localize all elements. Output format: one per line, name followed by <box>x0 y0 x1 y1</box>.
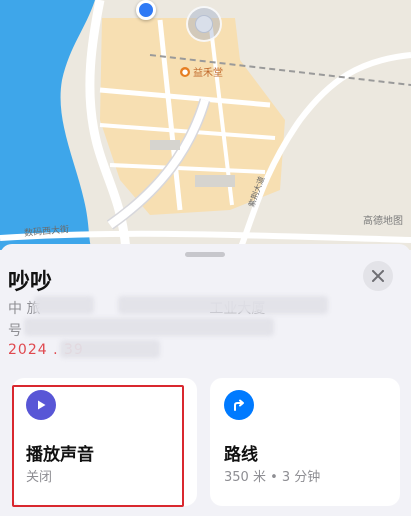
device-detail-sheet: 吵吵 中 旅 工业大厦 号 2024 . 39 播放声音 关闭 路线 350 米… <box>0 244 411 516</box>
poi-icon: ● <box>180 66 190 77</box>
poi-marker[interactable]: ● 益禾堂 <box>180 64 223 79</box>
map-view[interactable]: ● 益禾堂 数码西大街 紫荆大道 高德地图 <box>0 0 411 250</box>
redacted-block <box>118 296 328 314</box>
map-brand-label: 高德地图 <box>363 216 403 227</box>
redacted-block <box>24 318 274 336</box>
poi-label: 益禾堂 <box>193 68 223 79</box>
directions-title: 路线 <box>224 445 258 465</box>
directions-arrow-icon <box>224 390 254 420</box>
directions-distance: 350 米 • 3 分钟 <box>224 470 321 485</box>
play-icon <box>26 390 56 420</box>
play-sound-title: 播放声音 <box>26 445 94 465</box>
play-sound-status: 关闭 <box>26 470 53 485</box>
sheet-grabber[interactable] <box>185 252 225 257</box>
close-icon <box>372 270 384 282</box>
close-button[interactable] <box>363 261 393 291</box>
device-location-pin[interactable] <box>186 6 222 42</box>
address-line-2: 号 <box>8 323 22 339</box>
redacted-block <box>60 340 160 358</box>
device-name: 吵吵 <box>8 270 53 295</box>
directions-button[interactable]: 路线 350 米 • 3 分钟 <box>210 378 400 506</box>
play-sound-button[interactable]: 播放声音 关闭 <box>12 378 197 506</box>
current-location-dot <box>136 0 156 20</box>
redacted-block <box>34 296 94 314</box>
device-icon <box>195 15 213 33</box>
